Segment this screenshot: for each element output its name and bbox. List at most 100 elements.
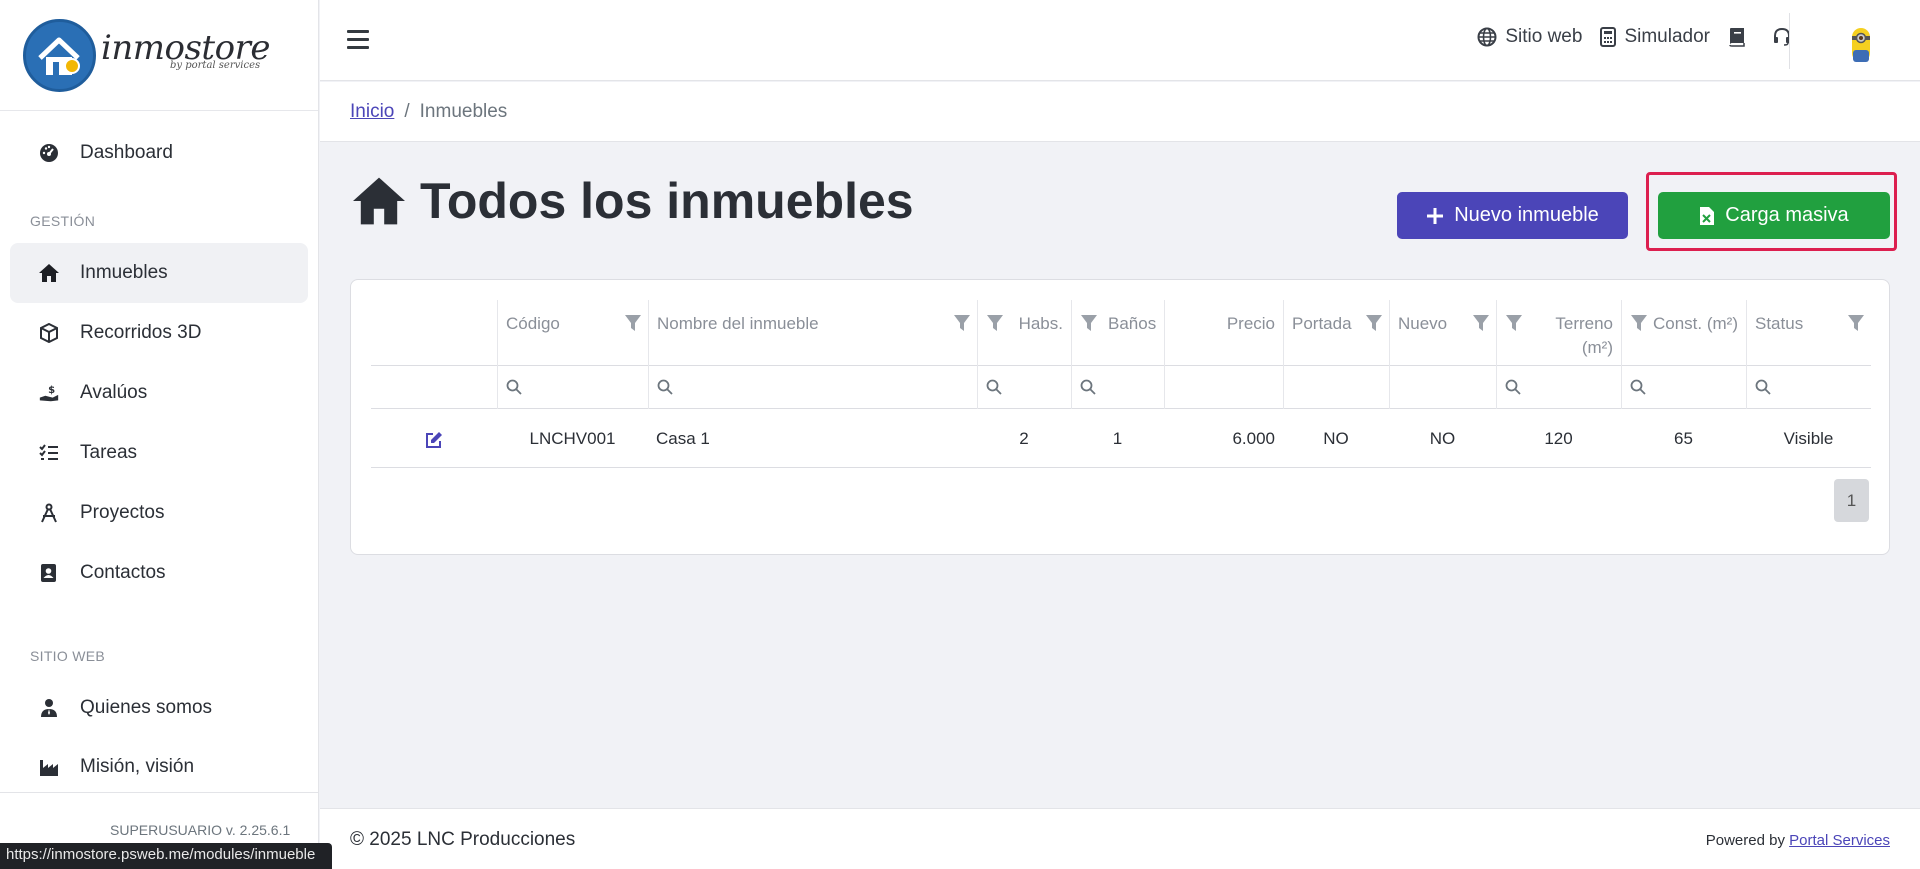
filter-terreno-input[interactable] <box>1496 366 1621 409</box>
logo[interactable]: inmostore by portal services <box>0 0 318 111</box>
filter-precio-cell <box>1164 366 1283 409</box>
edit-icon[interactable] <box>425 431 443 449</box>
header-const[interactable]: Const. (m²) <box>1621 300 1746 366</box>
filter-row <box>371 366 1871 409</box>
simulador-label: Simulador <box>1624 26 1710 47</box>
simulador-link[interactable]: Simulador <box>1600 26 1710 48</box>
filter-icon[interactable] <box>1472 314 1490 332</box>
section-label-sitio-web: SITIO WEB <box>30 648 106 664</box>
user-avatar[interactable] <box>1850 26 1872 66</box>
topbar: Sitio web Simulador <box>320 0 1920 81</box>
filter-icon[interactable] <box>953 314 971 332</box>
version-label: SUPERUSUARIO v. 2.25.6.1 <box>110 822 291 838</box>
svg-text:$: $ <box>48 385 55 396</box>
footer-powered: Powered by Portal Services <box>1706 832 1890 849</box>
header-nuevo[interactable]: Nuevo <box>1389 300 1496 366</box>
brand-tagline: by portal services <box>170 60 261 71</box>
search-icon <box>1755 379 1771 395</box>
header-nombre[interactable]: Nombre del inmueble <box>648 300 977 366</box>
menu-toggle-icon[interactable] <box>347 30 369 54</box>
filter-icon[interactable] <box>1630 314 1648 332</box>
filter-icon[interactable] <box>1080 314 1098 332</box>
page-title-text: Todos los inmuebles <box>420 173 914 229</box>
filter-nombre-input[interactable] <box>648 366 977 409</box>
sitio-web-label: Sitio web <box>1505 26 1583 47</box>
filter-codigo-input[interactable] <box>497 366 648 409</box>
topbar-divider <box>1789 13 1790 69</box>
cell-const: 65 <box>1674 429 1693 448</box>
edit-cell <box>371 409 497 468</box>
home-icon <box>38 262 60 284</box>
filter-icon[interactable] <box>986 314 1004 332</box>
section-label-gestion: GESTIÓN <box>30 213 96 229</box>
header-habs[interactable]: Habs. <box>977 300 1071 366</box>
sidebar-item-avaluos[interactable]: $ Avalúos <box>10 363 308 423</box>
breadcrumb-home-link[interactable]: Inicio <box>350 101 394 122</box>
header-precio[interactable]: Precio <box>1164 300 1283 366</box>
header-portada[interactable]: Portada <box>1283 300 1389 366</box>
new-property-button[interactable]: Nuevo inmueble <box>1397 192 1628 239</box>
filter-icon[interactable] <box>1505 314 1523 332</box>
header-label: Status <box>1755 314 1804 333</box>
gauge-icon <box>38 142 60 164</box>
cell-precio: 6.000 <box>1232 429 1275 448</box>
header-label-unit: (m²) <box>1581 338 1613 357</box>
filter-cell-empty <box>371 366 497 409</box>
sidebar-nav: Dashboard GESTIÓN Inmuebles Recorridos 3… <box>0 111 318 778</box>
header-label: Precio <box>1226 314 1275 333</box>
filter-habs-input[interactable] <box>977 366 1071 409</box>
sidebar-item-label: Misión, visión <box>80 756 195 777</box>
sidebar-item-mision-vision[interactable]: Misión, visión <box>10 738 308 778</box>
filter-icon[interactable] <box>624 314 642 332</box>
header-label: Const. (m²) <box>1653 314 1738 333</box>
pagination-page-1[interactable]: 1 <box>1834 479 1869 522</box>
cell-portada: NO <box>1323 429 1349 448</box>
breadcrumb-separator: / <box>404 101 410 122</box>
sidebar-item-contactos[interactable]: Contactos <box>10 543 308 603</box>
filter-banos-input[interactable] <box>1071 366 1164 409</box>
filter-status-input[interactable] <box>1746 366 1871 409</box>
cell-habs: 2 <box>1019 429 1029 448</box>
new-property-label: Nuevo inmueble <box>1454 204 1599 226</box>
sidebar-item-inmuebles[interactable]: Inmuebles <box>10 243 308 303</box>
calculator-icon <box>1600 27 1617 47</box>
header-codigo[interactable]: Código <box>497 300 648 366</box>
compass-icon <box>38 502 60 524</box>
topbar-links: Sitio web Simulador <box>1459 26 1800 48</box>
bulk-upload-button[interactable]: Carga masiva <box>1658 192 1890 239</box>
page-title: Todos los inmuebles <box>350 172 914 230</box>
portal-services-link[interactable]: Portal Services <box>1789 832 1890 849</box>
filter-const-input[interactable] <box>1621 366 1746 409</box>
book-icon[interactable] <box>1728 27 1754 47</box>
cell-status: Visible <box>1783 429 1834 448</box>
header-status[interactable]: Status <box>1746 300 1871 366</box>
filter-nuevo-cell <box>1389 366 1496 409</box>
sidebar-item-quienes-somos[interactable]: Quienes somos <box>10 678 308 738</box>
sidebar-item-label: Proyectos <box>80 502 165 523</box>
sitio-web-link[interactable]: Sitio web <box>1477 26 1582 48</box>
header-label: Nuevo <box>1398 314 1448 333</box>
sidebar-item-dashboard[interactable]: Dashboard <box>10 123 308 183</box>
header-label: Portada <box>1292 314 1352 333</box>
sidebar-item-label: Recorridos 3D <box>80 322 202 343</box>
home-icon <box>353 177 405 225</box>
sidebar-item-recorridos[interactable]: Recorridos 3D <box>10 303 308 363</box>
header-banos[interactable]: Baños <box>1071 300 1164 366</box>
header-label: Baños <box>1108 314 1157 333</box>
sidebar-item-tareas[interactable]: Tareas <box>10 423 308 483</box>
industry-icon <box>38 756 60 778</box>
filter-icon[interactable] <box>1847 314 1865 332</box>
headset-icon[interactable] <box>1772 27 1800 47</box>
search-icon <box>986 379 1002 395</box>
filter-icon[interactable] <box>1365 314 1383 332</box>
sidebar-item-proyectos[interactable]: Proyectos <box>10 483 308 543</box>
user-tie-icon <box>38 697 60 719</box>
cell-codigo: LNCHV001 <box>529 429 616 448</box>
properties-card: Código Nombre del inmueble Habs. Baños P… <box>350 279 1890 555</box>
header-terreno[interactable]: Terreno (m²) <box>1496 300 1621 366</box>
sidebar-item-label: Tareas <box>80 442 138 463</box>
table-row: LNCHV001 Casa 1 2 1 6.000 NO NO 120 65 V… <box>371 409 1871 468</box>
sidebar-item-label: Contactos <box>80 562 166 583</box>
search-icon <box>506 379 522 395</box>
hand-money-icon: $ <box>38 382 60 404</box>
